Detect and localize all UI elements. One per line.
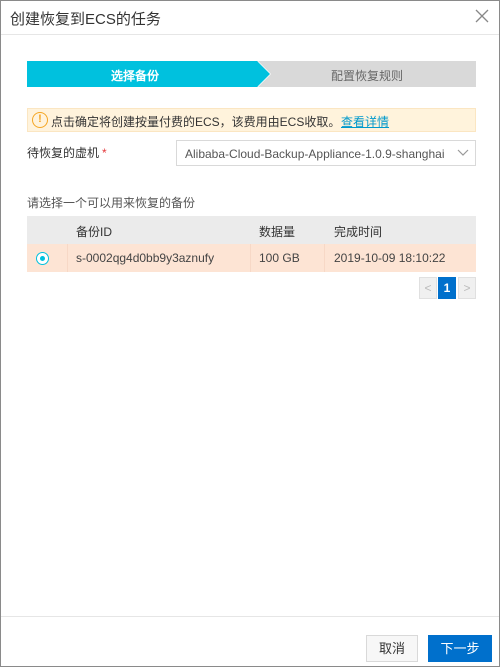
step-arrow	[257, 61, 270, 87]
alert-text: 点击确定将创建按量付费的ECS，该费用由ECS收取。	[51, 115, 341, 129]
column-divider	[250, 244, 251, 272]
cell-finished: 2019-10-09 18:10:22	[334, 251, 446, 265]
dialog-title: 创建恢复到ECS的任务	[10, 11, 161, 28]
cancel-button[interactable]: 取消	[366, 635, 418, 662]
column-header-size: 数据量	[259, 225, 296, 239]
step-select-backup: 选择备份	[27, 61, 257, 87]
vm-select-value: Alibaba-Cloud-Backup-Appliance-1.0.9-sha…	[185, 147, 445, 161]
column-divider	[324, 244, 325, 272]
step-label: 配置恢复规则	[331, 69, 404, 83]
table-header: 备份ID 数据量 完成时间	[27, 216, 476, 244]
billing-alert: ! 点击确定将创建按量付费的ECS，该费用由ECS收取。 查看详情	[27, 108, 476, 132]
row-radio[interactable]	[36, 252, 49, 265]
prev-page-button[interactable]: <	[419, 277, 437, 299]
view-details-link[interactable]: 查看详情	[341, 113, 389, 130]
required-mark: *	[102, 146, 107, 160]
cell-size: 100 GB	[259, 251, 300, 265]
footer-divider	[1, 616, 499, 617]
radio-selected-dot	[39, 255, 45, 261]
vm-field-label: 待恢复的虚机 *	[27, 144, 107, 161]
chevron-down-icon	[457, 149, 469, 156]
close-button[interactable]	[475, 9, 489, 23]
next-step-button[interactable]: 下一步	[428, 635, 492, 662]
vm-label-text: 待恢复的虚机	[27, 146, 100, 160]
warning-icon: !	[32, 112, 48, 128]
backup-table-label: 请选择一个可以用来恢复的备份	[27, 196, 196, 210]
next-page-button[interactable]: >	[458, 277, 476, 299]
column-header-backup-id: 备份ID	[76, 225, 113, 239]
column-header-finished: 完成时间	[334, 225, 383, 239]
cell-backup-id: s-0002qg4d0bb9y3aznufy	[76, 251, 215, 265]
step-label: 选择备份	[111, 69, 160, 83]
dialog-header: 创建恢复到ECS的任务	[1, 1, 499, 35]
close-icon	[475, 9, 489, 23]
table-row[interactable]: s-0002qg4d0bb9y3aznufy 100 GB 2019-10-09…	[27, 244, 476, 272]
page-1-button[interactable]: 1	[438, 277, 456, 299]
vm-select[interactable]: Alibaba-Cloud-Backup-Appliance-1.0.9-sha…	[176, 140, 476, 166]
restore-to-ecs-dialog: 创建恢复到ECS的任务 配置恢复规则 选择备份 ! 点击确定将创建按量付费的EC…	[0, 0, 500, 667]
column-divider	[67, 244, 68, 272]
step-indicator: 配置恢复规则 选择备份	[27, 61, 476, 87]
